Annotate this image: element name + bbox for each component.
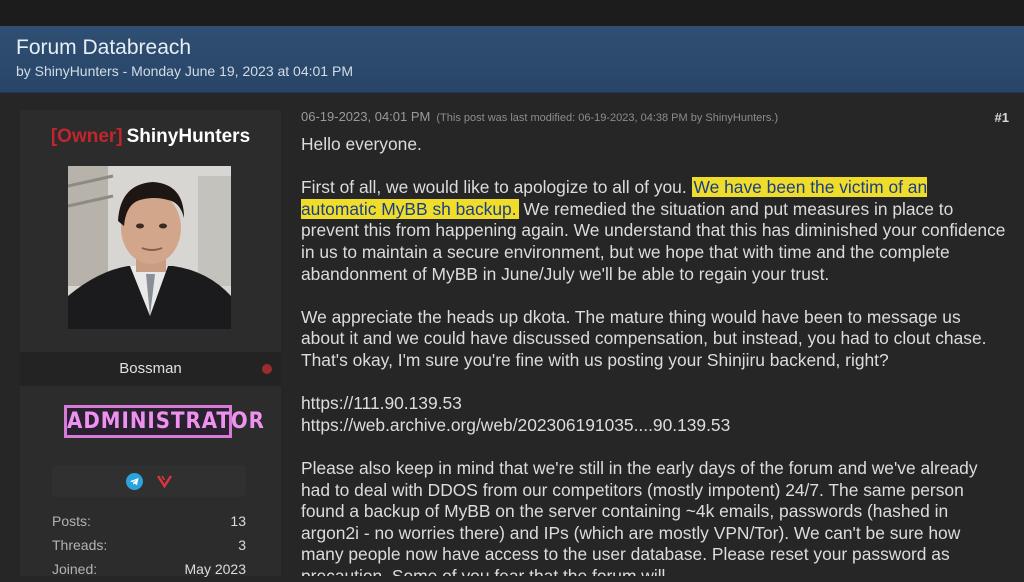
stat-row-joined: Joined: May 2023 (52, 558, 246, 582)
author-sidebar: [Owner] ShinyHunters Bossman ADMINISTRATO… (20, 110, 281, 577)
post-links: https://111.90.139.53 https://web.archive… (301, 393, 1007, 436)
stat-label: Threads: (52, 537, 108, 553)
stat-row-threads: Threads: 3 (52, 534, 246, 558)
stat-label: Joined: (52, 561, 98, 577)
thread-header: Forum Databreach by ShinyHunters - Monda… (0, 26, 1024, 93)
group-badge: ADMINISTRATOR (64, 405, 264, 438)
author-username[interactable]: ShinyHunters (127, 126, 251, 147)
stat-value: 13 (230, 513, 246, 529)
stat-label: Posts: (52, 513, 91, 529)
post-number-link[interactable]: #1 (995, 110, 1009, 125)
thread-title: Forum Databreach (16, 36, 192, 59)
stat-value: May 2023 (184, 561, 246, 577)
avatar[interactable] (68, 166, 231, 329)
author-stats: Posts: 13 Threads: 3 Joined: May 2023 (52, 510, 246, 582)
stat-value: 3 (238, 537, 246, 553)
post-link[interactable]: https://web.archive.org/web/202306191035… (301, 415, 730, 435)
thread-byline: by ShinyHunters - Monday June 19, 2023 a… (16, 63, 353, 79)
avatar-image (68, 166, 231, 329)
post-text: First of all, we would like to apologize… (301, 177, 692, 198)
user-title-bar: Bossman (20, 352, 281, 386)
post-meta: 06-19-2023, 04:01 PM (This post was last … (301, 109, 778, 124)
top-bar (0, 0, 1024, 26)
post-date: 06-19-2023, 04:01 PM (301, 109, 431, 124)
vk-icon[interactable] (156, 472, 173, 489)
post-greeting: Hello everyone. (301, 134, 422, 154)
social-links (52, 465, 246, 497)
author-role-tag: [Owner] (50, 126, 123, 147)
stat-row-posts: Posts: 13 (52, 510, 246, 534)
post-link[interactable]: https://111.90.139.53 (301, 393, 462, 413)
post-modified-note: (This post was last modified: 06-19-2023… (436, 112, 779, 124)
post: 06-19-2023, 04:01 PM (This post was last … (300, 108, 1010, 576)
post-paragraph-ddos: Please also keep in mind that we're stil… (301, 457, 978, 576)
post-paragraph-apology: First of all, we would like to apologize… (301, 177, 1007, 285)
offline-status-icon (262, 364, 272, 374)
post-body: Hello everyone. First of all, we would l… (301, 134, 1007, 576)
author-name[interactable]: [Owner] ShinyHunters (20, 126, 281, 148)
user-title: Bossman (119, 360, 182, 377)
telegram-icon[interactable] (126, 473, 143, 490)
post-paragraph-dkota: We appreciate the heads up dkota. The ma… (301, 306, 987, 370)
